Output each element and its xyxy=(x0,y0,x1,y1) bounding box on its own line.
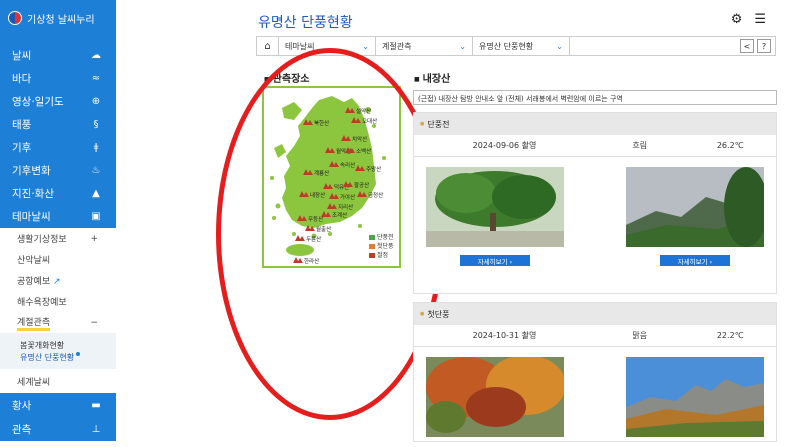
gear-icon[interactable]: ⚙ xyxy=(731,12,743,27)
sub-label: 계절관측 xyxy=(17,315,51,331)
nav-label: 태풍 xyxy=(12,119,32,131)
temperature-value: 26.2℃ xyxy=(716,141,744,150)
share-icon[interactable]: < xyxy=(740,39,754,53)
nav-typhoon[interactable]: 태풍 § xyxy=(0,113,116,136)
sub-label: 세계날씨 xyxy=(17,377,51,388)
temperature-value: 22.2℃ xyxy=(716,331,744,340)
typhoon-icon: § xyxy=(93,119,99,130)
chevron-down-icon: ⌄ xyxy=(556,41,563,51)
nav-label: 지진·화산 xyxy=(12,188,54,200)
photo-date: 2024-09-06 촬영 xyxy=(472,141,537,150)
location-description: (근접) 내장산 탐방 안내소 앞 (전체) 서래봉에서 벽련암에 이르는 구역 xyxy=(413,90,777,105)
sub-life-weather[interactable]: 생활기상정보 + xyxy=(0,228,116,249)
main-content: 유명산 단풍현황 ⚙ ☰ ⌂ 테마날씨 ⌄ 계절관측 ⌄ 유명산 단풍현황 ⌄ < ?… xyxy=(116,0,800,442)
detail-button[interactable]: 자세히보기 › xyxy=(660,255,730,266)
external-link-icon: ↗ xyxy=(53,277,61,287)
nav-label: 바다 xyxy=(12,73,32,85)
red-highlight-annotation xyxy=(216,48,444,420)
panel-stage: 첫단풍 xyxy=(414,303,776,325)
season-submenu: 봄꽃개화현황 유명산 단풍현황 xyxy=(0,333,116,369)
nav-label: 관측 xyxy=(12,423,32,436)
station-icon: ⊥ xyxy=(91,423,101,435)
nav-earthquake[interactable]: 지진·화산 ▲ xyxy=(0,182,116,205)
sub-mountain[interactable]: 산악날씨 xyxy=(0,249,116,270)
expand-icon: + xyxy=(90,233,98,244)
nav-sea[interactable]: 바다 ≈ xyxy=(0,67,116,90)
sub-beach[interactable]: 해수욕장예보 xyxy=(0,291,116,312)
nav-theme[interactable]: 테마날씨 ▣ xyxy=(0,205,116,228)
nav-label: 기후변화 xyxy=(12,165,51,177)
breadcrumb-select-2[interactable]: 계절관측 ⌄ xyxy=(376,37,473,55)
sub-spring-flowers[interactable]: 봄꽃개화현황 xyxy=(20,339,116,351)
nav-label: 날씨 xyxy=(12,50,32,62)
close-up-photo[interactable] xyxy=(426,357,564,437)
detail-button[interactable]: 자세히보기 › xyxy=(460,255,530,266)
wide-view-photo[interactable] xyxy=(626,167,764,247)
sub-world[interactable]: 세계날씨 xyxy=(0,369,116,393)
factory-icon: ♨ xyxy=(91,165,101,176)
wave-icon: ≈ xyxy=(91,73,101,84)
sidebar: 기상청 날씨누리 날씨 ☁ 바다 ≈ 영상·일기도 ⊕ 태풍 § 기후 ǂ 기후변화 ♨ 지… xyxy=(0,0,116,441)
chevron-down-icon: ⌄ xyxy=(362,41,369,51)
breadcrumb-select-3[interactable]: 유명산 단풍현황 ⌄ xyxy=(473,37,570,55)
panel-stage: 단풍전 xyxy=(414,113,776,135)
sub-airport[interactable]: 공항예보 ↗ xyxy=(0,270,116,291)
logo-text: 기상청 날씨누리 xyxy=(27,14,95,26)
weather-value: 맑음 xyxy=(632,331,648,340)
wide-view-photo[interactable] xyxy=(626,357,764,437)
close-up-photo[interactable] xyxy=(426,167,564,247)
sub-label: 산악날씨 xyxy=(17,256,51,266)
nav-label: 황사 xyxy=(12,399,32,412)
breadcrumb-label: 유명산 단풍현황 xyxy=(479,41,534,51)
nav-label: 기후 xyxy=(12,142,32,154)
panel-info: 2024-09-06 촬영 흐림 26.2℃ xyxy=(414,135,776,157)
panel-first-foliage: 첫단풍 2024-10-31 촬영 맑음 22.2℃ xyxy=(413,302,777,442)
nav-label: 영상·일기도 xyxy=(12,96,64,108)
volcano-icon: ▲ xyxy=(92,188,100,199)
page-title: 유명산 단풍현황 xyxy=(258,15,353,31)
nav-yellow-dust[interactable]: 황사 ▬ xyxy=(0,393,116,417)
thermometer-icon: ǂ xyxy=(93,142,99,153)
weather-value: 흐림 xyxy=(632,141,648,150)
sub-label: 공항예보 xyxy=(17,277,51,287)
chevron-down-icon: ⌄ xyxy=(459,41,466,51)
nav-climate-change[interactable]: 기후변화 ♨ xyxy=(0,159,116,182)
kma-logo[interactable]: 기상청 날씨누리 xyxy=(0,0,116,36)
nav-climate[interactable]: 기후 ǂ xyxy=(0,136,116,159)
home-icon[interactable]: ⌂ xyxy=(257,37,279,55)
hamburger-icon[interactable]: ☰ xyxy=(754,12,766,27)
sub-autumn-leaves[interactable]: 유명산 단풍현황 xyxy=(20,351,116,363)
globe-icon: ⊕ xyxy=(91,96,101,107)
collapse-icon: − xyxy=(90,317,98,328)
panel-before-foliage: 단풍전 2024-09-06 촬영 흐림 26.2℃ 자세히보기 › xyxy=(413,112,777,294)
sub-label: 해수욕장예보 xyxy=(17,298,67,308)
sub-season[interactable]: 계절관측 − xyxy=(0,312,116,333)
nav-label: 테마날씨 xyxy=(12,211,51,223)
photo-date: 2024-10-31 촬영 xyxy=(472,331,537,340)
theme-submenu: 생활기상정보 + 산악날씨 공항예보 ↗ 해수욕장예보 계절관측 − 봄꽃개화현황 … xyxy=(0,228,116,393)
nav-observation[interactable]: 관측 ⊥ xyxy=(0,417,116,441)
sub-label: 생활기상정보 xyxy=(17,235,67,245)
breadcrumb-label: 계절관측 xyxy=(382,41,412,51)
panel-info: 2024-10-31 촬영 맑음 22.2℃ xyxy=(414,325,776,347)
taegeuk-icon xyxy=(8,11,22,25)
detail-section-title: 내장산 xyxy=(414,70,451,85)
dust-icon: ▬ xyxy=(91,399,101,411)
briefcase-icon: ▣ xyxy=(91,211,101,222)
nav-weather[interactable]: 날씨 ☁ xyxy=(0,44,116,67)
cloud-sun-icon: ☁ xyxy=(91,50,101,61)
nav-imagery[interactable]: 영상·일기도 ⊕ xyxy=(0,90,116,113)
help-icon[interactable]: ? xyxy=(757,39,771,53)
